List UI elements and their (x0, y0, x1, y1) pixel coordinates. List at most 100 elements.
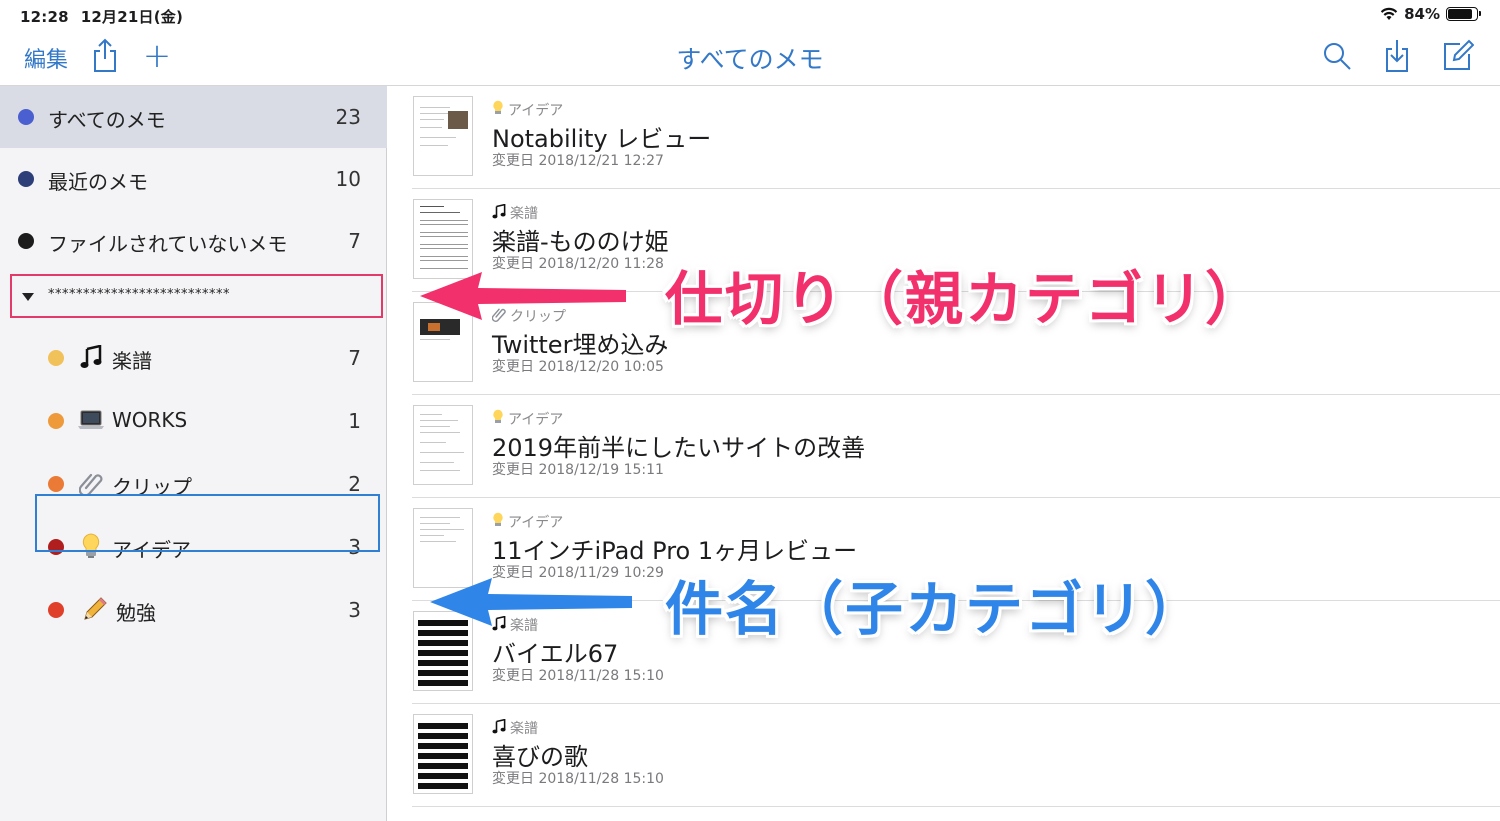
note-category-label: 楽譜 (510, 206, 538, 222)
battery-percent: 84% (1404, 5, 1440, 23)
note-title: 喜びの歌 (492, 743, 588, 771)
note-category: 楽譜 (492, 718, 538, 738)
color-dot (48, 413, 64, 429)
color-dot (48, 602, 64, 618)
note-row[interactable]: 楽譜 楽譜-もののけ姫 変更日 2018/12/20 11:28 (412, 189, 1500, 292)
note-date: 変更日 2018/11/28 15:10 (492, 771, 664, 787)
battery-icon (1446, 7, 1481, 21)
music-note-icon (78, 344, 104, 370)
note-category-label: アイデア (508, 515, 564, 531)
note-category-label: アイデア (508, 412, 564, 428)
note-thumbnail (413, 508, 473, 588)
note-title: 2019年前半にしたいサイトの改善 (492, 434, 866, 462)
sidebar-item-idea[interactable]: アイデア 3 (0, 516, 387, 578)
sidebar-item-all-notes[interactable]: すべてのメモ 23 (0, 86, 387, 148)
color-dot (18, 171, 34, 187)
note-thumbnail (413, 302, 473, 382)
paperclip-icon (491, 306, 506, 326)
sidebar-item-count: 1 (348, 409, 361, 433)
note-category: 楽譜 (492, 615, 538, 635)
note-category: アイデア (492, 409, 563, 429)
search-icon (1324, 43, 1351, 70)
lightbulb-icon (78, 533, 104, 559)
note-title: 楽譜-もののけ姫 (492, 228, 669, 256)
sidebar-item-works[interactable]: WORKS 1 (0, 390, 387, 452)
sidebar-item-count: 3 (348, 598, 361, 622)
status-time-date: 12:28 12月21日(金) (20, 6, 195, 27)
note-date: 変更日 2018/12/19 15:11 (492, 462, 664, 478)
note-row[interactable]: アイデア 2019年前半にしたいサイトの改善 変更日 2018/12/19 15… (412, 395, 1500, 498)
note-date: 変更日 2018/11/28 15:10 (492, 668, 664, 684)
sidebar-item-sheet-music[interactable]: 楽譜 7 (0, 327, 387, 389)
note-row[interactable]: クリップ Twitter埋め込み 変更日 2018/12/20 10:05 (412, 292, 1500, 395)
color-dot (48, 476, 64, 492)
note-title: Twitter埋め込み (492, 331, 669, 359)
status-date: 12月21日(金) (80, 8, 184, 26)
sidebar-item-unfiled[interactable]: ファイルされていないメモ 7 (0, 210, 387, 272)
music-note-icon (492, 718, 506, 738)
divider-label: ************************** (48, 287, 230, 302)
note-title: 11インチiPad Pro 1ヶ月レビュー (492, 537, 858, 565)
lightbulb-icon (492, 100, 504, 120)
download-tray-icon (1386, 40, 1408, 72)
note-category-label: 楽譜 (510, 618, 538, 634)
sidebar-item-study[interactable]: 勉強 3 (0, 579, 387, 641)
note-category-label: アイデア (508, 103, 564, 119)
status-right: 84% (1380, 5, 1481, 23)
import-button[interactable] (1380, 36, 1414, 74)
battery-fill (1448, 9, 1472, 19)
sidebar-item-count: 7 (348, 346, 361, 370)
sidebar-item-label: クリップ (112, 475, 192, 499)
color-dot (48, 350, 64, 366)
note-row[interactable]: 楽譜 喜びの歌 変更日 2018/11/28 15:10 (412, 704, 1500, 807)
note-thumbnail (413, 714, 473, 794)
sidebar-item-clip[interactable]: クリップ 2 (0, 453, 387, 515)
status-bar: 12:28 12月21日(金) 84% (0, 0, 1500, 28)
note-category: 楽譜 (492, 203, 538, 223)
laptop-icon (78, 407, 104, 433)
note-date: 変更日 2018/12/20 11:28 (492, 256, 664, 272)
sidebar-item-recent[interactable]: 最近のメモ 10 (0, 148, 387, 210)
note-category-label: 楽譜 (510, 721, 538, 737)
note-category: クリップ (491, 306, 566, 326)
search-button[interactable] (1320, 38, 1354, 74)
compose-button[interactable] (1440, 36, 1476, 74)
music-note-icon (492, 203, 506, 223)
sidebar-item-label: 勉強 (116, 601, 156, 625)
note-thumbnail (413, 96, 473, 176)
sidebar-divider-parent-category[interactable]: ************************** (10, 274, 383, 318)
note-category: アイデア (492, 100, 563, 120)
note-date: 変更日 2018/11/29 10:29 (492, 565, 664, 581)
sidebar-item-count: 2 (348, 472, 361, 496)
note-date: 変更日 2018/12/21 12:27 (492, 153, 664, 169)
note-row[interactable]: アイデア Notability レビュー 変更日 2018/12/21 12:2… (412, 86, 1500, 189)
lightbulb-icon (492, 512, 504, 532)
status-time: 12:28 (20, 8, 69, 26)
note-row[interactable]: アイデア 11インチiPad Pro 1ヶ月レビュー 変更日 2018/11/2… (412, 498, 1500, 601)
note-thumbnail (413, 611, 473, 691)
sidebar-item-label: 最近のメモ (48, 170, 148, 194)
sidebar-item-label: すべてのメモ (48, 108, 166, 132)
note-row[interactable]: 楽譜 バイエル67 変更日 2018/11/28 15:10 (412, 601, 1500, 704)
sidebar: すべてのメモ 23 最近のメモ 10 ファイルされていないメモ 7 ******… (0, 86, 387, 821)
note-title: Notability レビュー (492, 125, 712, 153)
disclosure-triangle-icon[interactable] (22, 293, 34, 301)
sidebar-item-label: アイデア (112, 538, 191, 562)
sidebar-item-label: WORKS (112, 408, 188, 432)
sidebar-item-label: 楽譜 (112, 349, 152, 373)
page-title: すべてのメモ (676, 45, 824, 74)
pencil-icon (82, 596, 108, 622)
note-title: バイエル67 (492, 640, 619, 668)
sidebar-item-count: 10 (335, 167, 361, 191)
sidebar-item-count: 7 (348, 229, 361, 253)
sidebar-item-count: 23 (335, 105, 361, 129)
compose-icon (1444, 39, 1474, 70)
color-dot (18, 109, 34, 125)
note-category: アイデア (492, 512, 563, 532)
note-category-label: クリップ (510, 309, 566, 325)
wifi-icon (1380, 7, 1398, 20)
lightbulb-icon (492, 409, 504, 429)
music-note-icon (492, 615, 506, 635)
paperclip-icon (78, 470, 104, 496)
note-thumbnail (413, 405, 473, 485)
